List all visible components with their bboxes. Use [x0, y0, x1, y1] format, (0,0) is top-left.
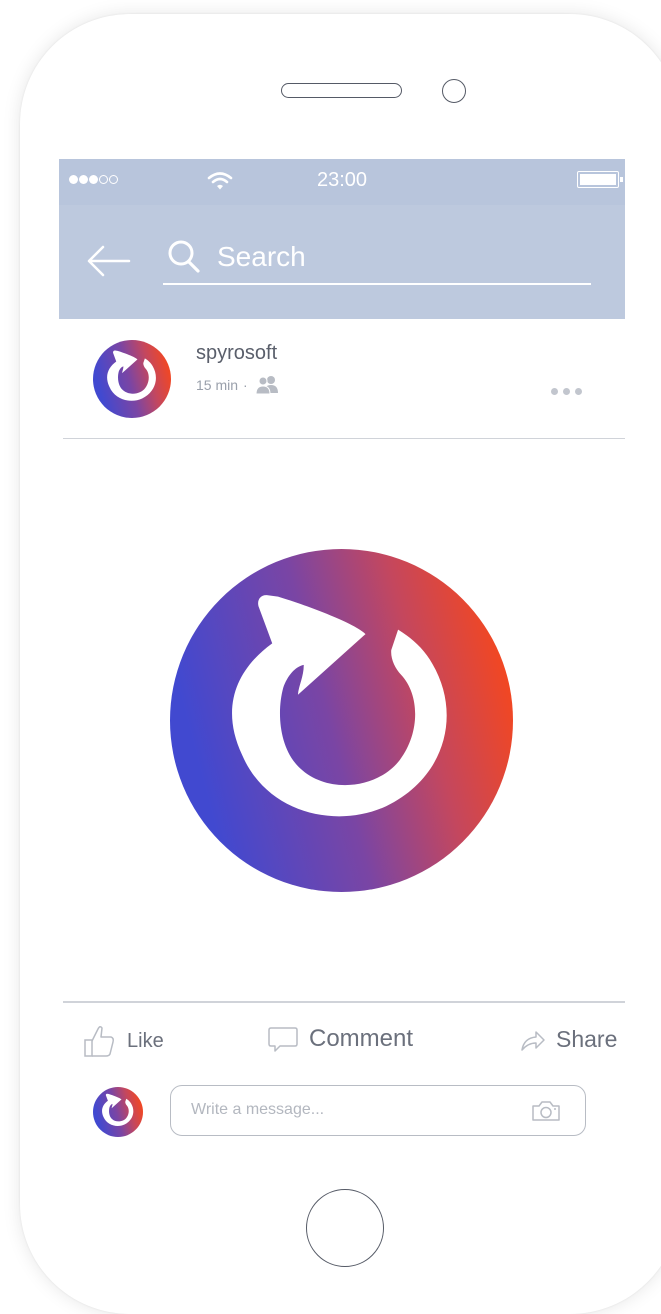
- post-header: spyrosoft 15 min ·: [63, 320, 625, 439]
- signal-dot: [69, 175, 78, 184]
- status-bar: 23:00: [59, 159, 625, 205]
- signal-strength: [69, 175, 118, 184]
- signal-dot: [109, 175, 118, 184]
- avatar[interactable]: [93, 340, 171, 418]
- share-arrow-icon: [521, 1030, 545, 1051]
- friends-icon: [255, 376, 278, 395]
- like-button[interactable]: Like: [83, 1024, 164, 1058]
- divider: [63, 1001, 625, 1003]
- camera-icon[interactable]: [531, 1100, 561, 1122]
- avatar[interactable]: [93, 1087, 143, 1137]
- message-input[interactable]: [191, 1096, 511, 1124]
- phone-speaker: [281, 83, 402, 98]
- phone-front-camera: [442, 79, 466, 103]
- home-button[interactable]: [306, 1189, 384, 1267]
- share-button[interactable]: Share: [520, 1026, 617, 1053]
- comment-label: Comment: [309, 1025, 414, 1052]
- signal-dot: [79, 175, 88, 184]
- comment-button[interactable]: Comment: [267, 1025, 413, 1053]
- post-image-logo[interactable]: [170, 549, 513, 892]
- thumbs-up-icon: [84, 1025, 114, 1057]
- signal-dot: [89, 175, 98, 184]
- more-dots-icon[interactable]: [551, 388, 582, 395]
- message-composer[interactable]: [170, 1085, 586, 1136]
- nav-bar: [59, 205, 625, 319]
- battery-icon: [577, 171, 623, 188]
- signal-dot: [99, 175, 108, 184]
- status-time: 23:00: [317, 169, 368, 191]
- arrow-left-icon[interactable]: [85, 241, 131, 281]
- search-input[interactable]: [217, 237, 577, 277]
- search-bar[interactable]: [163, 235, 591, 285]
- speech-bubble-icon: [268, 1027, 298, 1052]
- search-icon[interactable]: [167, 239, 201, 275]
- share-label: Share: [556, 1026, 618, 1052]
- like-label: Like: [127, 1029, 164, 1052]
- post-time: 15 min: [196, 377, 239, 393]
- meta-separator: ·: [243, 377, 248, 393]
- post-author[interactable]: spyrosoft: [196, 342, 277, 365]
- wifi-icon: [207, 172, 233, 190]
- post-meta: 15 min ·: [196, 375, 281, 395]
